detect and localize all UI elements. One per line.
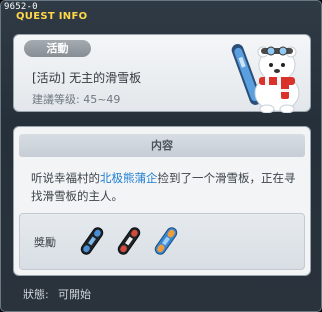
blue-orange-snowboard-icon[interactable] [149,224,183,258]
black-red-snowboard-icon[interactable] [112,224,146,258]
content-heading: 内容 [19,134,305,157]
event-badge: 活動 [24,40,91,57]
status-value: 可開始 [58,288,91,301]
reward-label: 獎勵 [34,236,56,249]
quest-content-panel: 内容 听说幸福村的北极熊蒲企捡到了一个滑雪板，正在寻找滑雪板的主人。 獎勵 [13,126,311,276]
window-title: QUEST INFO [16,11,88,22]
black-blue-snowboard-icon[interactable] [75,224,109,258]
quest-info-window: 9652-0 QUEST INFO 活動 [活动] 无主的滑雪板 建議等级: 4… [0,0,322,312]
quest-title: [活动] 无主的滑雪板 [32,71,142,85]
recommended-level: 建議等级: 45~49 [32,93,121,106]
quest-header-panel: 活動 [活动] 无主的滑雪板 建議等级: 45~49 [13,34,311,113]
npc-name-link[interactable]: 北极熊蒲企 [100,171,158,185]
quest-description: 听说幸福村的北极熊蒲企捡到了一个滑雪板，正在寻找滑雪板的主人。 [31,169,305,205]
status-label: 狀態: [23,288,49,301]
polar-bear-npc-icon [231,44,300,113]
description-text: 听说幸福村的 [31,171,100,185]
reward-box: 獎勵 [19,213,305,270]
